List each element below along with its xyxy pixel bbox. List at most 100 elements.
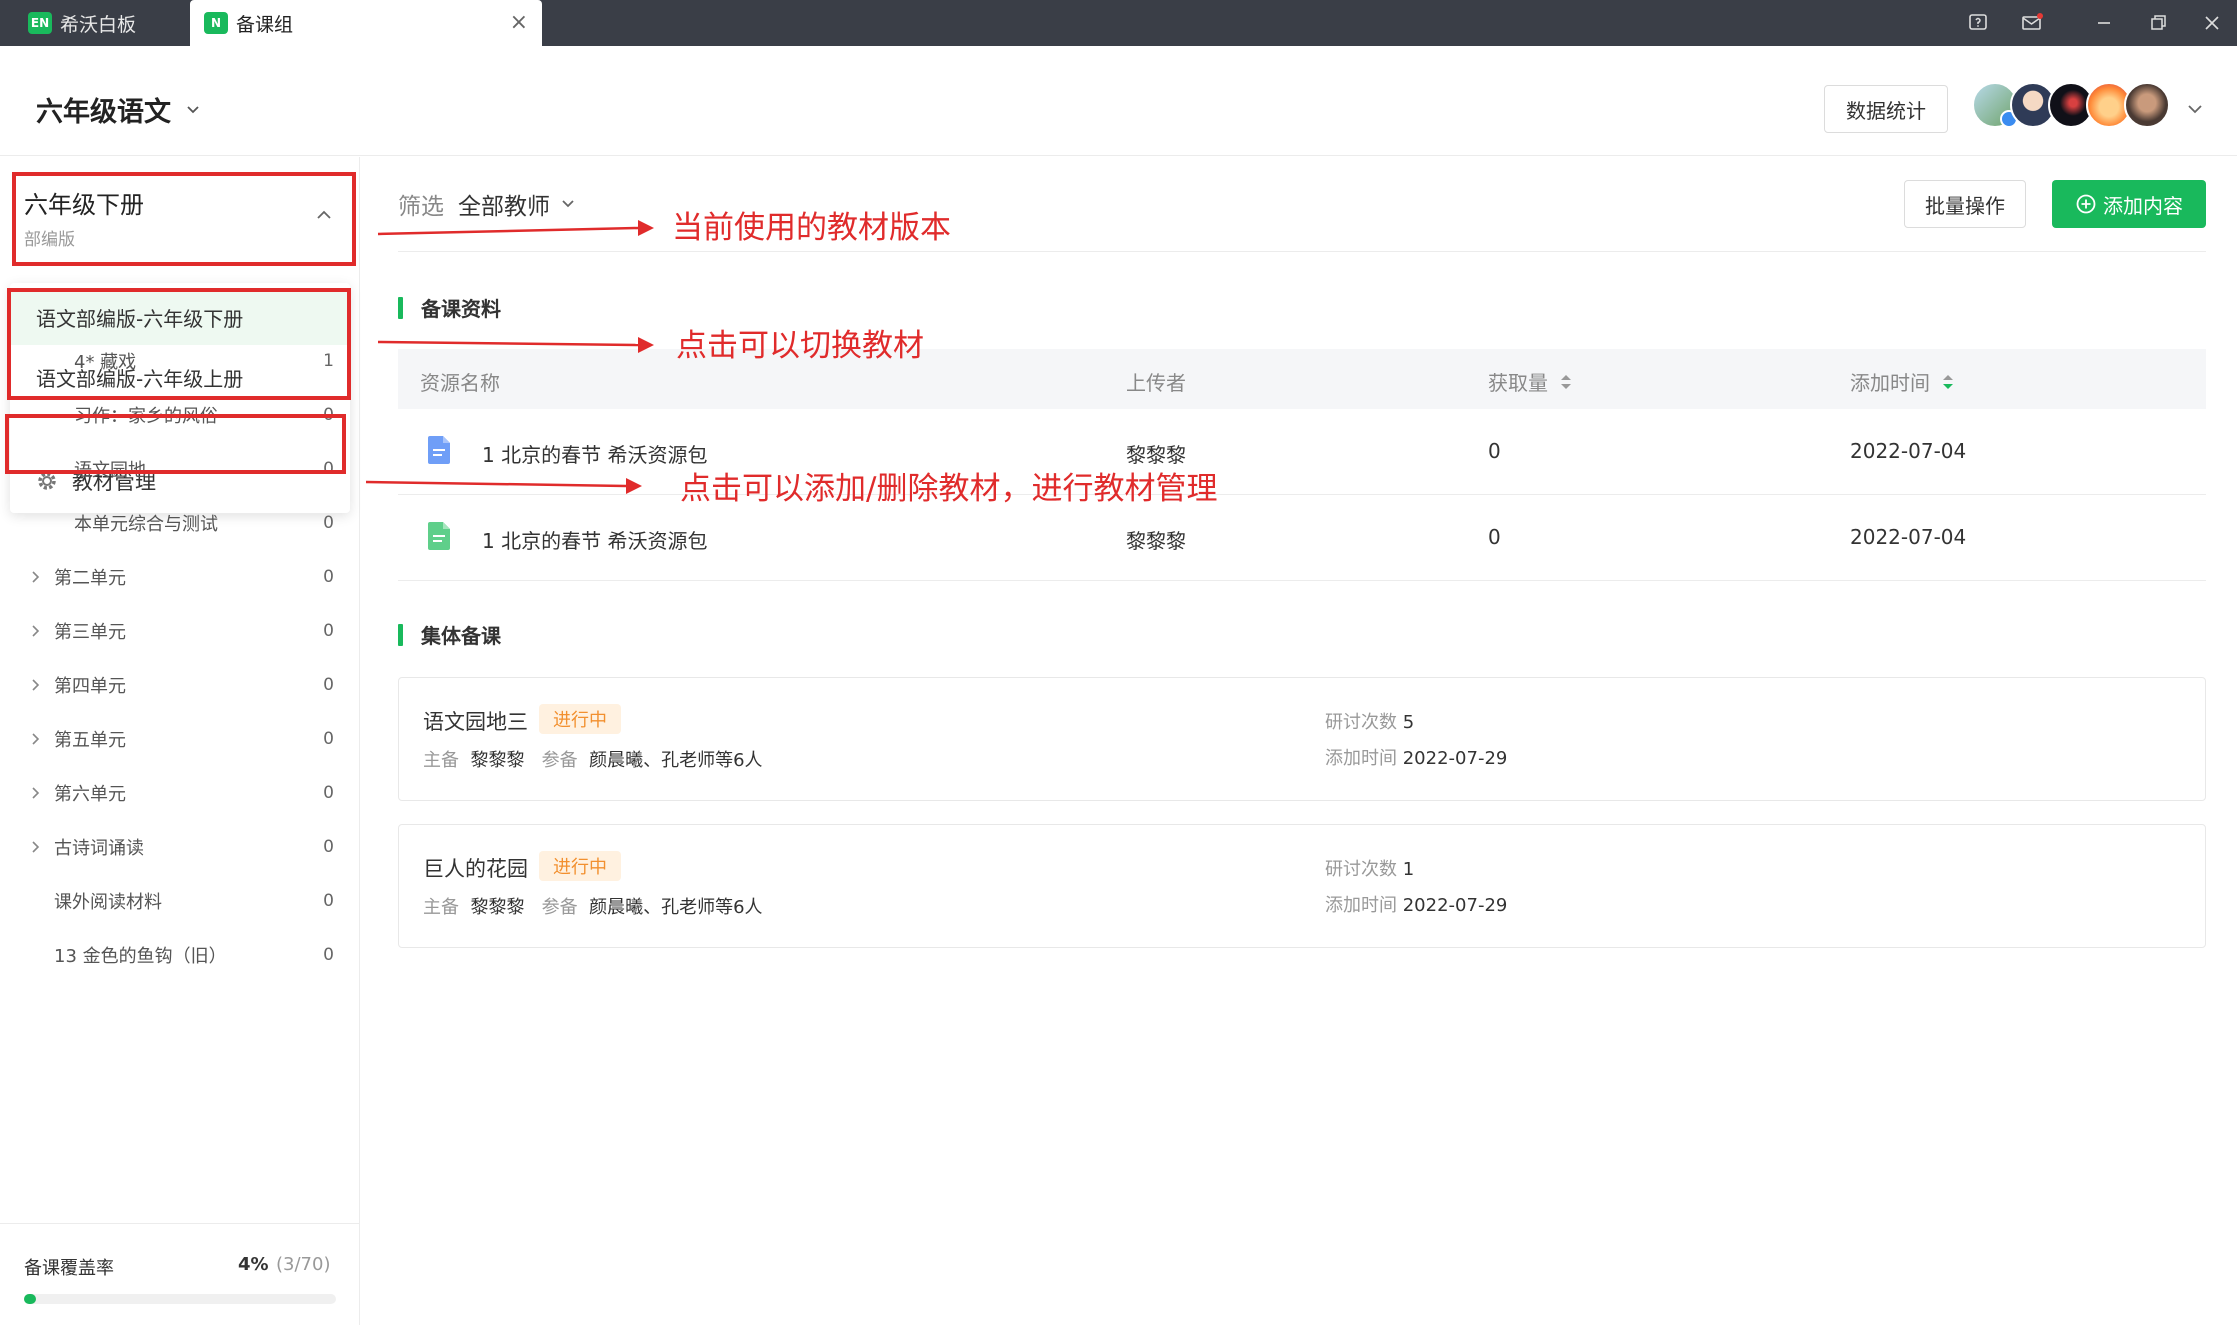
card-members: 主备 黎黎黎 参备 颜晨曦、孔老师等6人 bbox=[423, 893, 763, 919]
tree-item[interactable]: 古诗词诵读 0 bbox=[0, 820, 360, 874]
member-avatars[interactable] bbox=[1972, 82, 2170, 128]
date-value: 2022-07-29 bbox=[1402, 748, 1508, 769]
minimize-icon[interactable] bbox=[2076, 0, 2132, 46]
tree-item-label: 13 金色的鱼钩（旧） bbox=[54, 946, 227, 967]
collective-prep-card[interactable]: 巨人的花园 进行中 主备 黎黎黎 参备 颜晨曦、孔老师等6人 研讨次数 1 添加… bbox=[398, 824, 2206, 948]
column-header-uploader: 上传者 bbox=[1126, 371, 1186, 395]
count-value: 1 bbox=[1402, 859, 1415, 880]
tree-item-count: 0 bbox=[323, 567, 334, 587]
course-selector[interactable]: 六年级语文 bbox=[36, 90, 201, 129]
tree-item-label: 第四单元 bbox=[54, 676, 126, 697]
resources-section-title: 备课资料 bbox=[398, 293, 501, 322]
easinote-logo-icon: EN bbox=[28, 12, 52, 34]
resource-downloads: 0 bbox=[1488, 525, 1501, 549]
chevron-right-icon[interactable] bbox=[28, 570, 42, 584]
participants-label: 参备 bbox=[541, 750, 578, 771]
date-label: 添加时间 bbox=[1325, 895, 1397, 916]
tree-item-count: 0 bbox=[323, 837, 334, 857]
tree-item[interactable]: 第四单元 0 bbox=[0, 658, 360, 712]
tree-item-label: 古诗词诵读 bbox=[54, 838, 144, 859]
count-label: 研讨次数 bbox=[1325, 859, 1397, 880]
divider bbox=[398, 251, 2206, 252]
resource-name[interactable]: 1 北京的春节 希沃资源包 bbox=[482, 525, 707, 554]
restore-icon[interactable] bbox=[2130, 0, 2186, 46]
close-icon[interactable] bbox=[2184, 0, 2237, 46]
page-header: 六年级语文 数据统计 bbox=[0, 46, 2237, 156]
batch-operation-button[interactable]: 批量操作 bbox=[1904, 180, 2026, 228]
tree-item-label: 第三单元 bbox=[54, 622, 126, 643]
participants: 颜晨曦、孔老师等6人 bbox=[589, 897, 763, 918]
doc-blue-icon bbox=[428, 436, 450, 464]
tree-item-count: 0 bbox=[323, 783, 334, 803]
lead-label: 主备 bbox=[423, 897, 459, 918]
date-value: 2022-07-29 bbox=[1402, 895, 1508, 916]
tree-item[interactable]: 第二单元 0 bbox=[0, 550, 360, 604]
tree-item-count: 0 bbox=[323, 945, 334, 965]
title-bar: EN 希沃白板 N 备课组 × bbox=[0, 0, 2237, 46]
sort-icon[interactable] bbox=[1560, 373, 1572, 391]
mail-icon[interactable] bbox=[2004, 0, 2060, 46]
coverage-progress-fill bbox=[24, 1294, 37, 1304]
column-header-label: 获取量 bbox=[1488, 371, 1548, 395]
date-label: 添加时间 bbox=[1325, 748, 1397, 769]
tab-close-icon[interactable]: × bbox=[510, 10, 528, 35]
table-row[interactable]: 1 北京的春节 希沃资源包 黎黎黎 0 2022-07-04 bbox=[398, 409, 2206, 495]
tab-label: 备课组 bbox=[236, 13, 294, 36]
chevron-down-icon[interactable] bbox=[2186, 100, 2204, 118]
annotation-box-manage bbox=[5, 414, 346, 474]
column-header-date[interactable]: 添加时间 bbox=[1850, 367, 1954, 396]
column-header-downloads[interactable]: 获取量 bbox=[1488, 367, 1572, 396]
add-content-button[interactable]: 添加内容 bbox=[2052, 180, 2206, 228]
add-content-label: 添加内容 bbox=[2103, 193, 2183, 218]
column-header-label: 添加时间 bbox=[1850, 371, 1930, 395]
tree-item[interactable]: 第三单元 0 bbox=[0, 604, 360, 658]
chevron-right-icon[interactable] bbox=[28, 732, 42, 746]
annotation-text-current-book: 当前使用的教材版本 bbox=[672, 210, 951, 246]
annotation-text-switch-book: 点击可以切换教材 bbox=[676, 328, 924, 364]
count-value: 5 bbox=[1402, 712, 1415, 733]
tree-item-label: 第五单元 bbox=[54, 730, 126, 751]
avatar[interactable] bbox=[2124, 82, 2170, 128]
tab-easinote[interactable]: EN 希沃白板 bbox=[0, 0, 180, 46]
chevron-right-icon[interactable] bbox=[28, 840, 42, 854]
tree-item[interactable]: 第五单元 0 bbox=[0, 712, 360, 766]
tree-item[interactable]: 课外阅读材料 0 bbox=[0, 874, 360, 928]
chevron-right-icon[interactable] bbox=[28, 624, 42, 638]
tab-prep-group[interactable]: N 备课组 × bbox=[190, 0, 542, 46]
chevron-right-icon[interactable] bbox=[28, 786, 42, 800]
card-title: 语文园地三 bbox=[423, 710, 528, 734]
sort-icon[interactable] bbox=[1942, 373, 1954, 391]
status-badge: 进行中 bbox=[539, 851, 621, 881]
doc-green-icon bbox=[428, 522, 450, 550]
annotation-arrow bbox=[365, 478, 642, 494]
discussion-count: 研讨次数 5 bbox=[1325, 708, 1414, 734]
annotation-box-book-options bbox=[7, 288, 351, 400]
help-icon[interactable] bbox=[1950, 0, 2006, 46]
section-title-text: 集体备课 bbox=[421, 624, 501, 648]
tree-item-label: 本单元综合与测试 bbox=[74, 514, 218, 535]
chevron-right-icon[interactable] bbox=[28, 678, 42, 692]
added-date: 添加时间 2022-07-29 bbox=[1325, 744, 1507, 770]
resource-uploader: 黎黎黎 bbox=[1126, 529, 1186, 553]
coverage-fraction: (3/70) bbox=[276, 1254, 331, 1275]
tree-item[interactable]: 第六单元 0 bbox=[0, 766, 360, 820]
coverage-percent: 4% bbox=[238, 1254, 269, 1275]
section-title-text: 备课资料 bbox=[421, 297, 501, 321]
collective-prep-card[interactable]: 语文园地三 进行中 主备 黎黎黎 参备 颜晨曦、孔老师等6人 研讨次数 5 添加… bbox=[398, 677, 2206, 801]
participants: 颜晨曦、孔老师等6人 bbox=[589, 750, 763, 771]
tree-item-count: 0 bbox=[323, 891, 334, 911]
card-members: 主备 黎黎黎 参备 颜晨曦、孔老师等6人 bbox=[423, 746, 763, 772]
resources-table-header: 资源名称 上传者 获取量 添加时间 bbox=[398, 349, 2206, 409]
participants-label: 参备 bbox=[541, 897, 578, 918]
discussion-count: 研讨次数 1 bbox=[1325, 855, 1414, 881]
plus-circle-icon bbox=[2076, 194, 2096, 214]
added-date: 添加时间 2022-07-29 bbox=[1325, 891, 1507, 917]
table-row[interactable]: 1 北京的春节 希沃资源包 黎黎黎 0 2022-07-04 bbox=[398, 495, 2206, 581]
course-title: 六年级语文 bbox=[36, 97, 171, 128]
resource-name[interactable]: 1 北京的春节 希沃资源包 bbox=[482, 439, 707, 468]
tree-item-label: 第六单元 bbox=[54, 784, 126, 805]
tree-item[interactable]: 本单元综合与测试 0 bbox=[0, 496, 360, 550]
data-stats-button[interactable]: 数据统计 bbox=[1824, 85, 1948, 133]
chevron-down-icon bbox=[562, 200, 574, 208]
tree-item[interactable]: 13 金色的鱼钩（旧） 0 bbox=[0, 928, 360, 982]
